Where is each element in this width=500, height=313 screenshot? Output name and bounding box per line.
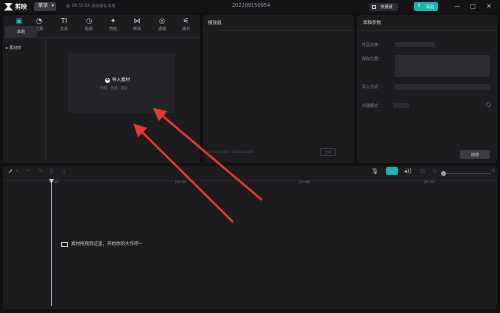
audio-track-icon[interactable]: ◂)) <box>404 168 412 175</box>
shortcut-label: 快捷键 <box>380 4 393 9</box>
sticker-icon: ◷ <box>85 17 93 25</box>
cursor-icon[interactable]: ➚ <box>8 168 13 175</box>
plus-icon: + <box>105 76 110 83</box>
ratio-button[interactable]: 比例 <box>320 148 336 156</box>
adjust-icon: ⚟ <box>182 17 190 25</box>
import-button[interactable]: + 导入素材 <box>105 77 130 83</box>
tab-label: 转场 <box>133 26 141 31</box>
edit-button[interactable]: 修改 <box>460 150 490 159</box>
drop-hint-text: 素材拖拽到这里，开始你的大作吧~ <box>71 242 143 247</box>
shortcut-button[interactable]: 快捷键 <box>369 3 398 11</box>
zoom-slider-knob[interactable] <box>441 171 446 176</box>
tab-effects[interactable]: ✦ 特效 <box>103 16 123 34</box>
undo-icon[interactable]: ↶ <box>26 168 31 175</box>
draft-title: 草稿参数 <box>363 21 381 26</box>
draft-value-proxy <box>393 103 409 108</box>
film-icon <box>61 241 68 247</box>
tab-adjust[interactable]: ⚟ 调节 <box>176 16 196 34</box>
delete-icon[interactable]: ▯ <box>62 168 65 175</box>
ruler-tick-label: |10:00 <box>175 180 187 184</box>
timeline-panel <box>3 166 497 309</box>
ruler-tick-label: |30:00 <box>424 180 436 184</box>
player-panel <box>203 15 354 163</box>
player-timecode: 00:00:00:00 / 00:00:00:00 <box>207 150 254 154</box>
sidebar-item-local[interactable]: 本地 <box>5 26 37 37</box>
tab-label: 文本 <box>60 26 68 31</box>
media-icon: ▣ <box>15 17 23 25</box>
sidebar-item-library[interactable]: ▸ 素材库 <box>6 45 21 51</box>
text-icon: TI <box>60 17 68 25</box>
draft-value-location <box>395 55 490 77</box>
tab-text[interactable]: TI 文本 <box>54 16 74 34</box>
draft-label-location: 保存位置： <box>362 56 382 61</box>
divider <box>3 180 497 181</box>
player-title: 播放器 <box>208 21 222 26</box>
import-hint: 视频、音频、图片 <box>100 86 128 90</box>
draft-label-import: 导入方式： <box>362 84 382 89</box>
minimize-button[interactable]: — <box>452 2 462 11</box>
split-icon[interactable]: ⫼ <box>50 168 53 176</box>
capcut-logo-icon <box>4 2 13 11</box>
close-button[interactable]: ✕ <box>484 2 494 11</box>
cloud-icon <box>66 4 70 8</box>
audio-icon: ◔ <box>35 17 43 25</box>
import-label: 导入素材 <box>112 78 130 83</box>
zoom-in-icon[interactable]: ⊕ <box>491 168 495 174</box>
mic-icon[interactable]: 🎙︎ <box>371 168 379 175</box>
transition-icon: ⋈ <box>133 17 141 25</box>
draft-value-name <box>395 42 435 47</box>
autosave-text: 09:55:04 自动保存本地 <box>72 3 116 8</box>
cursor-dropdown-icon[interactable]: ▾ <box>16 168 18 173</box>
export-button[interactable]: 导出 <box>414 2 438 11</box>
effects-icon: ✦ <box>110 17 116 25</box>
tab-label: 调节 <box>182 26 190 31</box>
menu-dropdown[interactable]: 菜单 <box>34 2 56 11</box>
zoom-slider[interactable] <box>443 173 491 174</box>
timeline-drop-hint: 素材拖拽到这里，开始你的大作吧~ <box>61 241 142 247</box>
divider <box>203 30 354 31</box>
info-icon[interactable] <box>486 102 491 107</box>
tab-label: 特效 <box>109 26 117 31</box>
tab-filter[interactable]: ◎ 滤镜 <box>152 16 172 34</box>
divider <box>357 30 497 31</box>
app-logo: 剪映 <box>4 2 27 11</box>
playhead[interactable] <box>51 180 52 306</box>
preview-axis-icon[interactable]: ⊟ <box>420 168 425 175</box>
project-title: 202209150954 <box>232 3 271 9</box>
draft-label-name: 作品名称： <box>362 42 382 47</box>
tab-transition[interactable]: ⋈ 转场 <box>127 16 147 34</box>
redo-icon[interactable]: ↷ <box>38 168 43 175</box>
draft-value-import <box>395 84 490 90</box>
tab-label: 贴纸 <box>85 26 93 31</box>
draft-label-proxy: 代理模式： <box>362 103 382 108</box>
zoom-out-icon[interactable]: ⊖ <box>432 168 437 175</box>
tab-sticker[interactable]: ◷ 贴纸 <box>79 16 99 34</box>
tab-label: 滤镜 <box>158 26 166 31</box>
media-sidebar <box>3 38 46 163</box>
import-dropzone[interactable] <box>68 53 175 113</box>
maximize-button[interactable]: □ <box>468 2 478 11</box>
link-toggle[interactable] <box>386 167 398 175</box>
filter-icon: ◎ <box>158 17 166 25</box>
app-name: 剪映 <box>15 4 28 11</box>
ruler-tick-label: |20:00 <box>299 180 311 184</box>
autosave-status: 09:55:04 自动保存本地 <box>66 3 115 9</box>
